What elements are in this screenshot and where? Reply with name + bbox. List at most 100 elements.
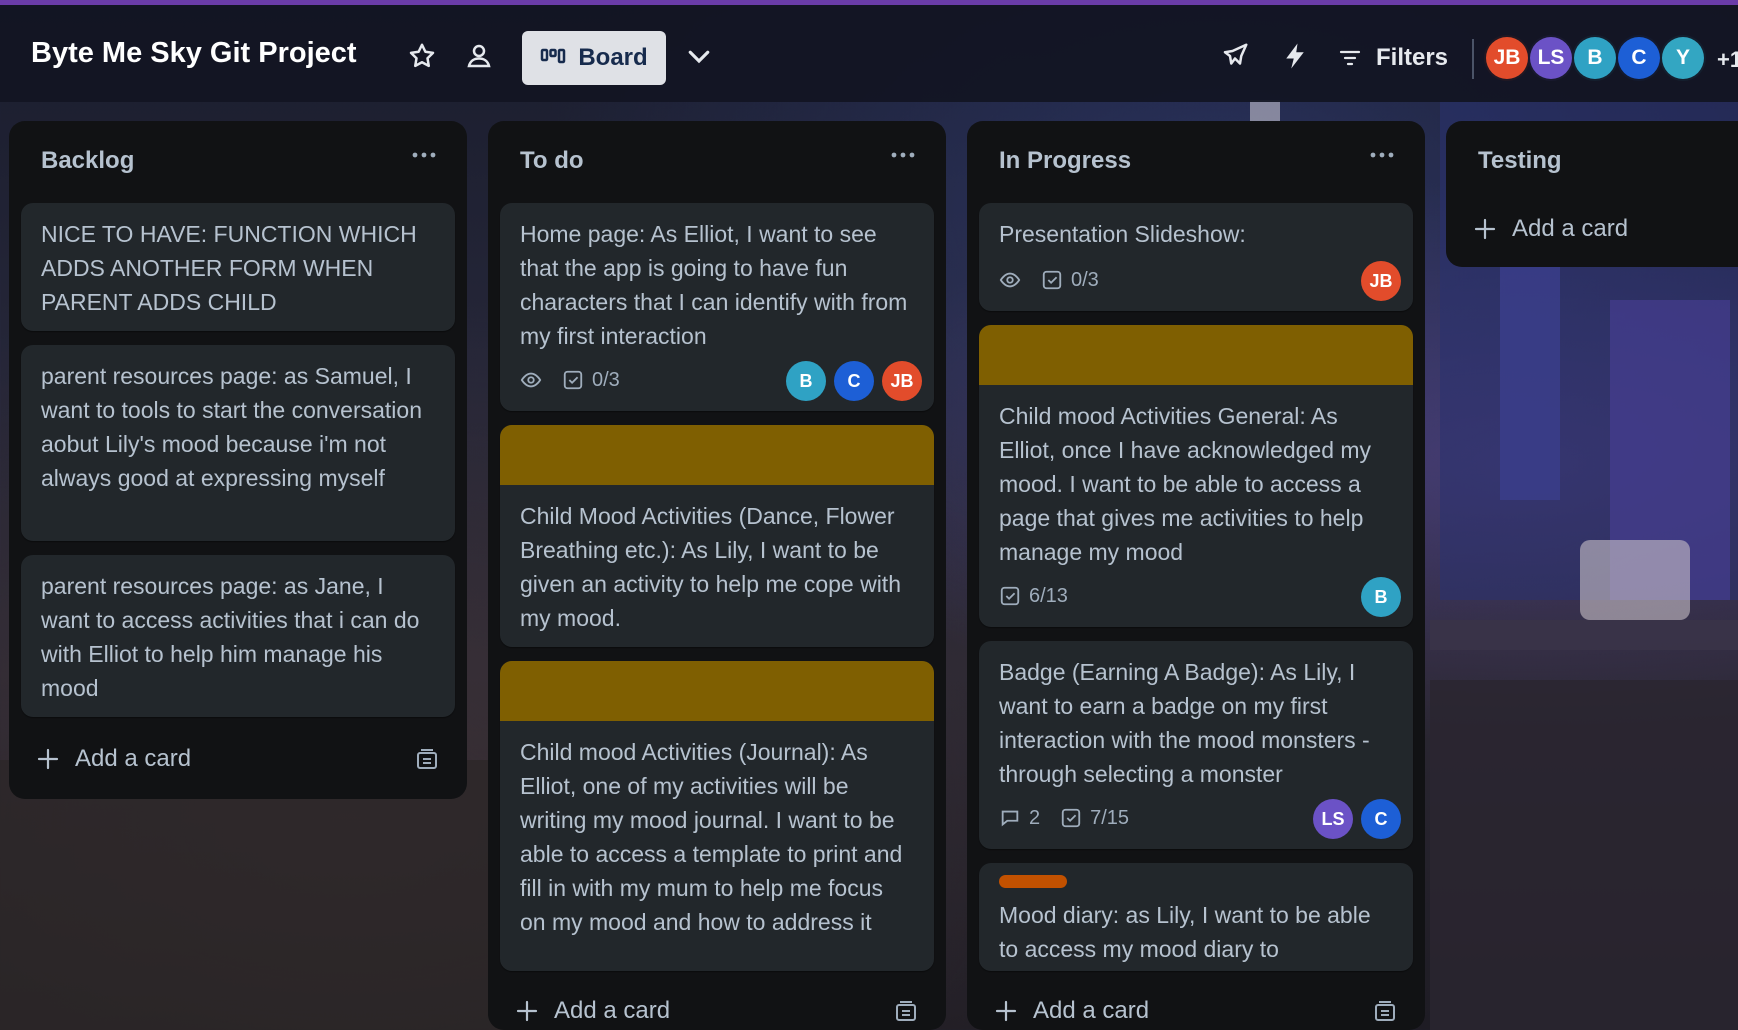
card-template-icon[interactable] <box>893 999 919 1025</box>
plus-icon <box>995 1000 1017 1022</box>
filters-button[interactable]: Filters <box>1338 35 1448 81</box>
member-avatar-c[interactable]: C <box>1616 35 1662 81</box>
plus-icon <box>37 748 59 770</box>
checklist-count: 7/15 <box>1090 806 1130 829</box>
card-badges: 6/13 <box>999 579 1068 613</box>
card-title: parent resources page: as Samuel, I want… <box>41 363 422 491</box>
card-badges: 2 7/15 <box>999 801 1129 835</box>
checklist-count: 6/13 <box>1029 584 1068 607</box>
checklist-badge: 6/13 <box>999 585 1068 608</box>
checklist-badge: 0/3 <box>1041 269 1099 292</box>
card-label[interactable] <box>999 875 1067 888</box>
card-title: NICE TO HAVE: FUNCTION WHICH ADDS ANOTHE… <box>41 221 417 315</box>
filter-icon <box>1339 50 1361 66</box>
board-header: Byte Me Sky Git Project Board Filters JB… <box>0 0 1738 102</box>
star-icon[interactable] <box>407 41 437 71</box>
card-members: B <box>1361 577 1401 617</box>
card-template-icon[interactable] <box>414 747 440 773</box>
card-template-icon[interactable] <box>1372 999 1398 1025</box>
watching-badge <box>999 269 1021 291</box>
automation-bolt-icon[interactable] <box>1280 41 1310 71</box>
list-in-progress: In Progress Presentation Slideshow: 0/3 … <box>967 121 1425 1030</box>
member-avatar-y[interactable]: Y <box>1660 35 1706 81</box>
member-avatar-b[interactable]: B <box>1572 35 1618 81</box>
checklist-icon <box>1061 808 1081 828</box>
card-members: B C JB <box>786 361 922 401</box>
card-title: Badge (Earning A Badge): As Lily, I want… <box>999 659 1370 787</box>
card-member-avatar[interactable]: C <box>1361 799 1401 839</box>
card-title: parent resources page: as Jane, I want t… <box>41 573 420 701</box>
card-cover <box>979 325 1413 385</box>
plus-icon <box>516 1000 538 1022</box>
card-badges: 0/3 <box>520 363 620 397</box>
comment-icon <box>1001 810 1019 827</box>
checklist-badge: 7/15 <box>1060 807 1129 830</box>
member-avatar-ls[interactable]: LS <box>1528 35 1574 81</box>
card[interactable]: Badge (Earning A Badge): As Lily, I want… <box>979 641 1413 849</box>
checklist-icon <box>563 370 583 390</box>
card-title: Mood diary: as Lily, I want to be able t… <box>999 902 1371 962</box>
board-view-label: Board <box>578 44 648 71</box>
card[interactable]: NICE TO HAVE: FUNCTION WHICH ADDS ANOTHE… <box>21 203 455 331</box>
card-title: Presentation Slideshow: <box>999 221 1246 247</box>
card-member-avatar[interactable]: B <box>786 361 826 401</box>
card[interactable]: Mood diary: as Lily, I want to be able t… <box>979 863 1413 971</box>
card-title: Home page: As Elliot, I want to see that… <box>520 221 908 349</box>
card[interactable]: Child mood Activities General: As Elliot… <box>979 325 1413 627</box>
card-cover <box>500 661 934 721</box>
card[interactable]: parent resources page: as Jane, I want t… <box>21 555 455 717</box>
card-members: LS C <box>1313 799 1401 839</box>
list-title[interactable]: To do <box>520 147 584 175</box>
add-card-label: Add a card <box>1512 215 1629 242</box>
add-card-label: Add a card <box>554 997 671 1024</box>
add-card-label: Add a card <box>75 745 192 772</box>
card[interactable]: parent resources page: as Samuel, I want… <box>21 345 455 541</box>
plus-icon <box>1474 218 1496 240</box>
list-to-do: To do Home page: As Elliot, I want to se… <box>488 121 946 1030</box>
card-member-avatar[interactable]: JB <box>882 361 922 401</box>
board-icon <box>541 48 566 64</box>
card-member-avatar[interactable]: C <box>834 361 874 401</box>
list-menu-icon[interactable] <box>888 143 918 167</box>
add-card-button[interactable]: Add a card <box>995 991 1149 1030</box>
eye-icon <box>999 272 1021 288</box>
card[interactable]: Presentation Slideshow: 0/3 JB <box>979 203 1413 311</box>
card[interactable]: Child mood Activities (Journal): As Elli… <box>500 661 934 971</box>
add-card-button[interactable]: Add a card <box>516 991 670 1030</box>
card-title: Child mood Activities General: As Elliot… <box>999 403 1372 565</box>
add-card-button[interactable]: Add a card <box>37 739 191 779</box>
card[interactable]: Child Mood Activities (Dance, Flower Bre… <box>500 425 934 647</box>
checklist-badge: 0/3 <box>562 369 620 392</box>
power-ups-rocket-icon[interactable] <box>1220 41 1250 71</box>
list-backlog: Backlog NICE TO HAVE: FUNCTION WHICH ADD… <box>9 121 467 799</box>
list-testing: Testing Add a card <box>1446 121 1738 267</box>
list-title[interactable]: In Progress <box>999 147 1131 175</box>
card-member-avatar[interactable]: LS <box>1313 799 1353 839</box>
card-member-avatar[interactable]: JB <box>1361 261 1401 301</box>
card-cover <box>500 425 934 485</box>
card-badges: 0/3 <box>999 263 1099 297</box>
add-card-label: Add a card <box>1033 997 1150 1024</box>
comments-badge: 2 <box>999 807 1040 830</box>
list-title[interactable]: Testing <box>1478 147 1562 175</box>
watching-badge <box>520 369 542 391</box>
workspace-visibility-icon[interactable] <box>464 41 494 71</box>
list-menu-icon[interactable] <box>1367 143 1397 167</box>
checklist-count: 0/3 <box>592 368 620 391</box>
card-title: Child mood Activities (Journal): As Elli… <box>520 739 903 935</box>
eye-icon <box>520 372 542 388</box>
board-view-button[interactable]: Board <box>522 31 666 85</box>
list-menu-icon[interactable] <box>409 143 439 167</box>
member-avatar-jb[interactable]: JB <box>1484 35 1530 81</box>
header-divider <box>1472 39 1474 79</box>
card-member-avatar[interactable]: B <box>1361 577 1401 617</box>
comment-count: 2 <box>1029 806 1041 829</box>
board-title[interactable]: Byte Me Sky Git Project <box>31 37 357 70</box>
chevron-down-icon[interactable] <box>684 41 714 71</box>
filters-label: Filters <box>1376 44 1449 71</box>
card-members: JB <box>1361 261 1401 301</box>
add-card-button[interactable]: Add a card <box>1474 209 1628 249</box>
more-members-count[interactable]: +1 <box>1717 47 1738 73</box>
card[interactable]: Home page: As Elliot, I want to see that… <box>500 203 934 411</box>
list-title[interactable]: Backlog <box>41 147 134 175</box>
